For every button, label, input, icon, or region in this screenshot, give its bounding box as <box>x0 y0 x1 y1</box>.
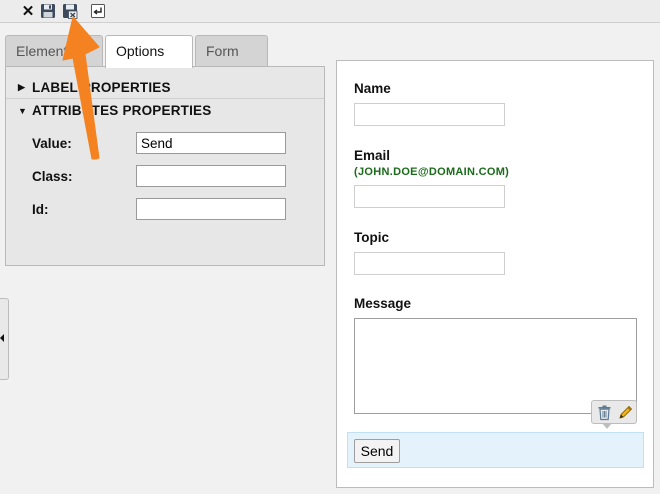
section-title: LABEL PROPERTIES <box>32 80 171 95</box>
tab-elements[interactable]: Elements <box>5 35 103 67</box>
collapse-triangle-icon: ▼ <box>18 105 28 116</box>
form-preview: Name Email (JOHN.DOE@DOMAIN.COM) Topic M… <box>336 60 654 488</box>
email-label: Email <box>354 148 391 163</box>
id-input[interactable] <box>136 198 286 220</box>
email-hint: (JOHN.DOE@DOMAIN.COM) <box>354 166 510 178</box>
save-and-close-icon[interactable] <box>62 3 78 19</box>
id-label: Id: <box>32 202 49 217</box>
save-icon[interactable] <box>40 3 56 19</box>
toolbar-pointer <box>602 423 612 429</box>
tab-options[interactable]: Options <box>105 35 193 68</box>
topic-label: Topic <box>354 230 389 245</box>
value-label: Value: <box>32 136 72 151</box>
value-input[interactable] <box>136 132 286 154</box>
close-icon[interactable]: ✕ <box>20 3 36 20</box>
arrow-left-icon <box>0 334 4 342</box>
email-field[interactable] <box>354 185 505 208</box>
expand-triangle-icon: ▶ <box>18 82 26 92</box>
tab-form[interactable]: Form <box>195 35 268 67</box>
panel-collapse-handle[interactable] <box>0 298 9 380</box>
return-icon[interactable] <box>90 3 106 19</box>
message-label: Message <box>354 296 412 311</box>
section-divider <box>6 98 324 99</box>
name-field[interactable] <box>354 103 505 126</box>
section-label-properties[interactable]: ▶ LABEL PROPERTIES <box>18 80 171 95</box>
pencil-icon[interactable] <box>617 404 634 421</box>
trash-icon[interactable] <box>596 404 613 421</box>
submit-row-selected[interactable]: Send <box>347 432 644 468</box>
name-label: Name <box>354 81 391 96</box>
element-edit-toolbar <box>591 400 637 429</box>
top-toolbar: ✕ <box>0 0 660 23</box>
topic-field[interactable] <box>354 252 505 275</box>
class-input[interactable] <box>136 165 286 187</box>
send-button[interactable]: Send <box>354 439 400 463</box>
section-attributes-properties[interactable]: ▼ ATTRIBUTES PROPERTIES <box>18 103 211 118</box>
class-label: Class: <box>32 169 73 184</box>
options-panel: ▶ LABEL PROPERTIES ▼ ATTRIBUTES PROPERTI… <box>5 66 325 266</box>
section-title: ATTRIBUTES PROPERTIES <box>32 103 212 118</box>
